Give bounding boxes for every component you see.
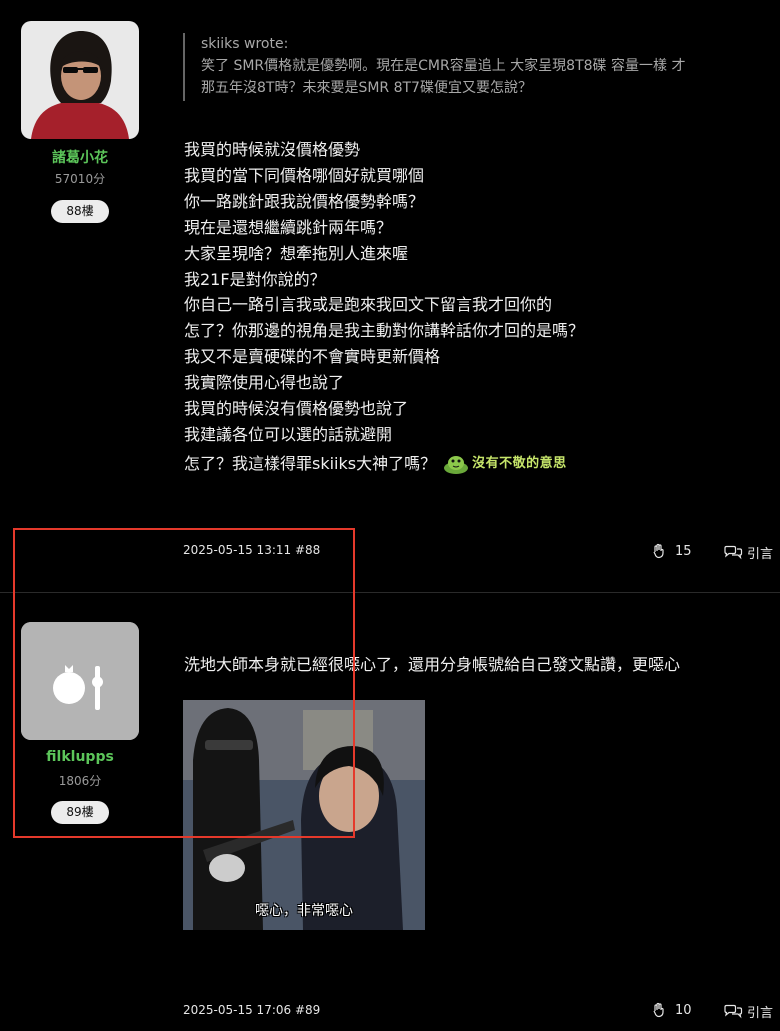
sticker-text: 沒有不敬的意思 bbox=[472, 455, 567, 471]
avatar[interactable] bbox=[21, 622, 139, 740]
sticker-icon bbox=[444, 455, 469, 474]
body-line: 我又不是賣硬碟的不會實時更新價格 bbox=[184, 347, 441, 367]
post-89: filklupрs 1806分 89樓 洗地大師本身就已經很噁心了，還用分身帳號… bbox=[0, 593, 780, 1031]
chat-bubble-icon bbox=[724, 545, 743, 559]
body-line-with-sticker: 怎了？我這樣得罪skiiks大神了嗎？ 沒有不敬的意思 bbox=[184, 451, 774, 477]
avatar[interactable] bbox=[21, 21, 139, 139]
body-line: 你自己一路引言我或是跑來我回文下留言我才回你的 bbox=[184, 295, 553, 315]
body-line: 你一路跳針跟我說價格優勢幹嗎？ bbox=[184, 191, 425, 211]
like-count: 10 bbox=[675, 1002, 692, 1018]
floor-badge: 89樓 bbox=[51, 801, 109, 824]
body-line: 我買的時候沒有價格優勢也說了 bbox=[184, 399, 409, 419]
body-line: 怎了？我這樣得罪skiiks大神了嗎？ bbox=[184, 453, 437, 473]
quote-line: 笑了 SMR價格就是優勢啊。現在是CMR容量追上 大家呈現8T8碟 容量一樣 才 bbox=[201, 58, 686, 74]
quote-reply-button[interactable]: 引言 bbox=[723, 1002, 773, 1021]
body-line: 大家呈現啥？想牽拖別人進來喔 bbox=[184, 243, 409, 263]
quote-header: skiiks wrote: bbox=[201, 36, 289, 52]
post-body: 我買的時候就沒價格優勢 我買的當下同價格哪個好就買哪個 你一路跳針跟我說價格優勢… bbox=[184, 137, 774, 477]
author-points: 1806分 bbox=[58, 774, 102, 788]
quote-label: 引言 bbox=[747, 1006, 774, 1021]
author-name[interactable]: 諸葛小花 bbox=[0, 147, 160, 167]
post-text: 洗地大師本身就已經很噁心了，還用分身帳號給自己發文點讚，更噁心 bbox=[184, 655, 681, 674]
post-meta[interactable]: 2025-05-15 13:11 #88 bbox=[183, 543, 320, 557]
quote-line: 那五年沒8T時？未來要是SMR 8T7碟便宜又要怎說？ bbox=[201, 80, 532, 96]
body-line: 我買的時候就沒價格優勢 bbox=[184, 140, 361, 159]
clap-icon bbox=[653, 1002, 664, 1018]
default-avatar-icon bbox=[21, 622, 139, 740]
quote-label: 引言 bbox=[747, 547, 774, 562]
meme-image[interactable]: 噁心，非常噁心 bbox=[183, 700, 425, 930]
image-caption: 噁心，非常噁心 bbox=[255, 903, 353, 919]
quote-block: skiiks wrote: 笑了 SMR價格就是優勢啊。現在是CMR容量追上 大… bbox=[183, 33, 780, 101]
body-line: 現在是還想繼續跳針兩年嗎？ bbox=[184, 217, 393, 237]
chat-bubble-icon bbox=[724, 1004, 743, 1018]
body-line: 我21F是對你說的？ bbox=[184, 269, 326, 289]
body-line: 怎了？你那邊的視角是我主動對你講幹話你才回的是嗎？ bbox=[184, 321, 585, 341]
floor-badge: 88樓 bbox=[51, 200, 109, 223]
body-line: 我建議各位可以選的話就避開 bbox=[184, 424, 393, 444]
like-button[interactable]: 10 bbox=[651, 1002, 692, 1018]
sticker: 沒有不敬的意思 bbox=[442, 451, 567, 477]
author-name[interactable]: filklupрs bbox=[0, 749, 160, 765]
post-88: 諸葛小花 57010分 88樓 skiiks wrote: 笑了 SMR價格就是… bbox=[0, 0, 780, 592]
body-line: 我買的當下同價格哪個好就買哪個 bbox=[184, 165, 425, 185]
like-button[interactable]: 15 bbox=[651, 543, 692, 559]
body-line: 我實際使用心得也說了 bbox=[184, 373, 345, 393]
post-meta[interactable]: 2025-05-15 17:06 #89 bbox=[183, 1003, 320, 1017]
like-count: 15 bbox=[675, 543, 692, 559]
clap-icon bbox=[653, 543, 664, 559]
quote-reply-button[interactable]: 引言 bbox=[723, 543, 773, 562]
author-points: 57010分 bbox=[54, 172, 106, 186]
